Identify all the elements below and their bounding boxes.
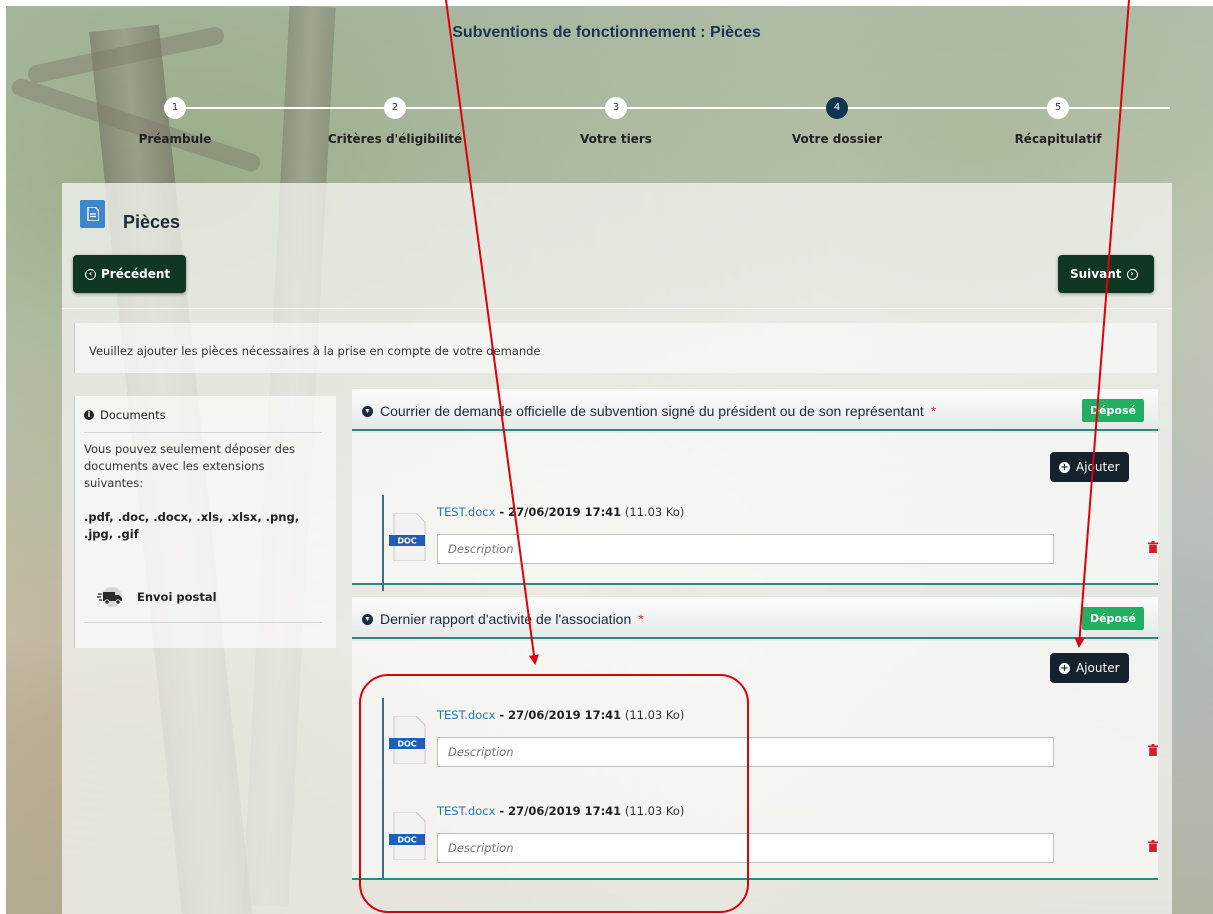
arrow-left-icon: ‹ bbox=[85, 268, 96, 280]
status-badge: Déposé bbox=[1081, 399, 1144, 422]
chevron-down-icon: ▼ bbox=[362, 613, 373, 625]
trash-icon[interactable] bbox=[1148, 840, 1158, 852]
document-title: ▼ Dernier rapport d'activité de l'associ… bbox=[362, 611, 644, 627]
required-mark: * bbox=[930, 403, 937, 419]
step-label: Votre tiers bbox=[580, 132, 652, 146]
file-link[interactable]: TEST.docx bbox=[437, 505, 495, 519]
document-title-text: Courrier de demande officielle de subven… bbox=[380, 403, 924, 419]
divider bbox=[62, 308, 1172, 309]
stepper: 1 Préambule 2 Critères d'éligibilité 3 V… bbox=[70, 97, 1170, 157]
sidebar-heading: i Documents bbox=[84, 408, 166, 422]
info-icon: i bbox=[84, 410, 94, 420]
file-row: DOC TEST.docx - 27/06/2019 17:41 (11.03 … bbox=[382, 495, 1158, 591]
document-body: + Ajouter DOC TEST.docx - 27/06/2019 17:… bbox=[352, 433, 1158, 591]
description-input[interactable] bbox=[437, 737, 1054, 767]
plus-icon: + bbox=[1059, 461, 1070, 473]
previous-label: Précédent bbox=[101, 267, 171, 281]
arrow-right-icon: › bbox=[1126, 268, 1138, 280]
sidebar-heading-label: Documents bbox=[100, 408, 166, 422]
add-file-label: Ajouter bbox=[1076, 460, 1120, 474]
document-header[interactable]: ▼ Dernier rapport d'activité de l'associ… bbox=[352, 597, 1158, 639]
step-label: Votre dossier bbox=[791, 132, 883, 146]
step-number: 2 bbox=[384, 97, 406, 119]
file-size: (11.03 Ko) bbox=[621, 804, 685, 818]
allowed-extensions: .pdf, .doc, .docx, .xls, .xlsx, .png, .j… bbox=[84, 510, 300, 541]
postal-label: Envoi postal bbox=[137, 590, 217, 604]
step-label: Préambule bbox=[138, 132, 212, 146]
sidebar-text: Vous pouvez seulement déposer des docume… bbox=[84, 442, 296, 490]
status-badge: Déposé bbox=[1081, 607, 1144, 630]
section-title: Pièces bbox=[123, 212, 181, 232]
document-title-text: Dernier rapport d'activité de l'associat… bbox=[380, 611, 632, 627]
file-datetime: - 27/06/2019 17:41 bbox=[495, 804, 622, 818]
add-file-button[interactable]: + Ajouter bbox=[1050, 452, 1129, 482]
postal-option[interactable]: Envoi postal bbox=[97, 586, 217, 608]
file-datetime: - 27/06/2019 17:41 bbox=[495, 708, 622, 722]
trash-icon[interactable] bbox=[1148, 541, 1158, 553]
step-number: 4 bbox=[826, 97, 848, 119]
info-text: Veuillez ajouter les pièces nécessaires … bbox=[89, 344, 541, 358]
step-number: 1 bbox=[164, 97, 186, 119]
chevron-down-icon: ▼ bbox=[362, 405, 373, 417]
document-header[interactable]: ▼ Courrier de demande officielle de subv… bbox=[352, 389, 1158, 431]
file-size: (11.03 Ko) bbox=[621, 708, 685, 722]
divider bbox=[352, 583, 1158, 585]
required-mark: * bbox=[638, 611, 644, 627]
truck-icon bbox=[97, 587, 122, 607]
next-button[interactable]: Suivant › bbox=[1058, 255, 1154, 293]
docx-file-icon: DOC bbox=[389, 716, 426, 764]
divider bbox=[352, 878, 1158, 880]
file-info: TEST.docx - 27/06/2019 17:41 (11.03 Ko) bbox=[437, 804, 684, 818]
document-body: + Ajouter DOC TEST.docx - 27/06/2019 17:… bbox=[352, 641, 1158, 878]
docx-file-icon: DOC bbox=[389, 513, 426, 561]
divider bbox=[84, 622, 322, 623]
document-icon bbox=[80, 200, 105, 228]
description-input[interactable] bbox=[437, 534, 1054, 564]
svg-text:DOC: DOC bbox=[397, 537, 416, 546]
file-datetime: - 27/06/2019 17:41 bbox=[495, 505, 622, 519]
file-row: DOC TEST.docx - 27/06/2019 17:41 (11.03 … bbox=[382, 698, 1158, 794]
plus-icon: + bbox=[1059, 662, 1070, 674]
add-file-label: Ajouter bbox=[1076, 661, 1120, 675]
document-title: ▼ Courrier de demande officielle de subv… bbox=[362, 403, 936, 419]
step-number: 3 bbox=[605, 97, 627, 119]
step-2[interactable]: 2 Critères d'éligibilité bbox=[295, 97, 495, 146]
svg-text:DOC: DOC bbox=[397, 836, 416, 845]
file-row: DOC TEST.docx - 27/06/2019 17:41 (11.03 … bbox=[382, 794, 1158, 878]
trash-icon[interactable] bbox=[1148, 744, 1158, 756]
info-box: Veuillez ajouter les pièces nécessaires … bbox=[74, 323, 1157, 373]
file-info: TEST.docx - 27/06/2019 17:41 (11.03 Ko) bbox=[437, 505, 684, 519]
step-label: Critères d'éligibilité bbox=[327, 132, 463, 146]
step-4[interactable]: 4 Votre dossier bbox=[737, 97, 937, 146]
step-1[interactable]: 1 Préambule bbox=[75, 97, 275, 146]
svg-text:DOC: DOC bbox=[397, 740, 416, 749]
step-3[interactable]: 3 Votre tiers bbox=[516, 97, 716, 146]
previous-button[interactable]: ‹ Précédent bbox=[73, 255, 186, 293]
page-title: Subventions de fonctionnement : Pièces bbox=[452, 24, 761, 41]
next-label: Suivant bbox=[1070, 267, 1122, 281]
description-input[interactable] bbox=[437, 833, 1054, 863]
divider bbox=[84, 432, 322, 433]
file-link[interactable]: TEST.docx bbox=[437, 708, 495, 722]
document-section: ▼ Dernier rapport d'activité de l'associ… bbox=[352, 597, 1158, 882]
step-5[interactable]: 5 Récapitulatif bbox=[958, 97, 1158, 146]
documents-sidebar: i Documents Vous pouvez seulement dépose… bbox=[74, 396, 336, 648]
document-section: ▼ Courrier de demande officielle de subv… bbox=[352, 389, 1158, 591]
file-link[interactable]: TEST.docx bbox=[437, 804, 495, 818]
file-size: (11.03 Ko) bbox=[621, 505, 685, 519]
step-label: Récapitulatif bbox=[1014, 132, 1102, 146]
file-info: TEST.docx - 27/06/2019 17:41 (11.03 Ko) bbox=[437, 708, 684, 722]
step-number: 5 bbox=[1047, 97, 1069, 119]
docx-file-icon: DOC bbox=[389, 812, 426, 860]
add-file-button[interactable]: + Ajouter bbox=[1050, 653, 1129, 683]
